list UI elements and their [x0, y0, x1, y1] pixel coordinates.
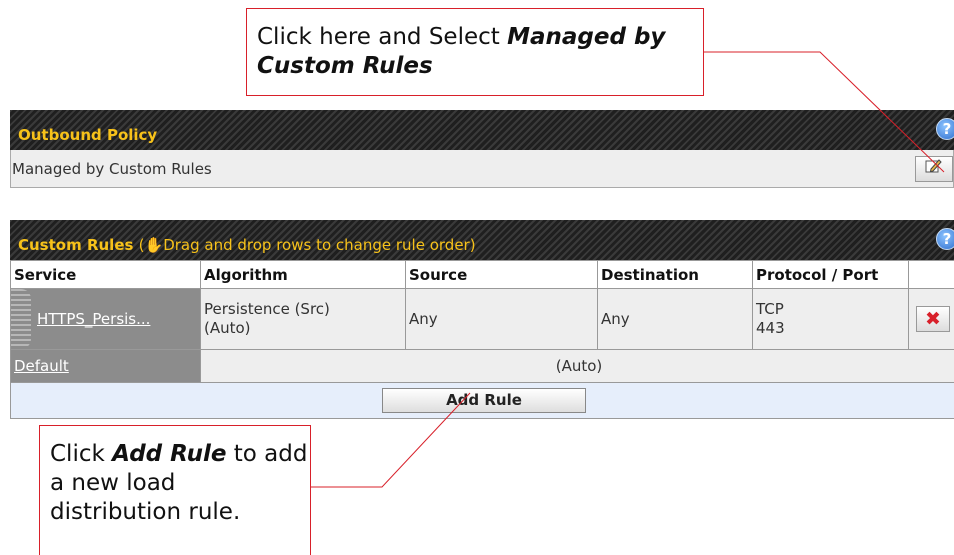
help-icon[interactable]: ?	[936, 118, 954, 140]
column-header-protocol-port: Protocol / Port	[753, 261, 909, 289]
delete-rule-button[interactable]: ✖	[916, 306, 950, 332]
default-algorithm-cell: (Auto)	[201, 350, 954, 383]
column-header-service: Service	[11, 261, 201, 289]
add-rule-button[interactable]: Add Rule	[382, 388, 586, 413]
service-cell[interactable]: HTTPS_Persis...	[11, 289, 201, 350]
default-row: Default (Auto)	[11, 350, 954, 383]
close-x-icon: ✖	[925, 308, 941, 330]
hand-drag-icon: ✋	[145, 236, 164, 254]
callout-add-rule: Click Add Rule to add a new load distrib…	[39, 425, 311, 555]
outbound-policy-row: Managed by Custom Rules	[10, 150, 954, 188]
column-header-actions	[909, 261, 954, 289]
table-header-row: Service Algorithm Source Destination Pro…	[11, 261, 954, 289]
drag-note-text: Drag and drop rows to change rule order)	[163, 236, 475, 254]
port-text: 443	[756, 319, 908, 338]
add-rule-cell: Add Rule	[11, 383, 954, 419]
callout-select-managed: Click here and Select Managed by Custom …	[246, 8, 704, 96]
column-header-algorithm: Algorithm	[201, 261, 406, 289]
edit-pencil-icon	[925, 158, 943, 174]
algorithm-cell: Persistence (Src) (Auto)	[201, 289, 406, 350]
column-header-destination: Destination	[598, 261, 753, 289]
callout-emphasis: Add Rule	[112, 441, 226, 467]
add-rule-row: Add Rule	[11, 383, 954, 419]
algorithm-mode: (Auto)	[204, 319, 405, 338]
drag-note: (✋Drag and drop rows to change rule orde…	[139, 236, 476, 254]
help-icon[interactable]: ?	[936, 228, 954, 250]
destination-cell: Any	[598, 289, 753, 350]
outbound-policy-value: Managed by Custom Rules	[12, 160, 212, 178]
outbound-policy-title: Outbound Policy	[18, 126, 157, 144]
actions-cell: ✖	[909, 289, 954, 350]
custom-rules-table: Service Algorithm Source Destination Pro…	[10, 260, 954, 419]
protocol-text: TCP	[756, 300, 908, 319]
custom-rules-title-group: Custom Rules (✋Drag and drop rows to cha…	[18, 236, 476, 254]
callout-text: Click here and Select	[257, 24, 507, 50]
default-service-cell[interactable]: Default	[11, 350, 201, 383]
table-row[interactable]: HTTPS_Persis... Persistence (Src) (Auto)…	[11, 289, 954, 350]
source-cell: Any	[406, 289, 598, 350]
edit-policy-button[interactable]	[915, 156, 953, 182]
custom-rules-title: Custom Rules	[18, 236, 133, 254]
drag-handle[interactable]	[11, 289, 31, 349]
callout-text: Click	[50, 441, 112, 467]
custom-rules-header: Custom Rules (✋Drag and drop rows to cha…	[10, 220, 954, 260]
outbound-policy-header: Outbound Policy ?	[10, 110, 954, 150]
column-header-source: Source	[406, 261, 598, 289]
algorithm-text: Persistence (Src)	[204, 300, 405, 319]
protocol-port-cell: TCP 443	[753, 289, 909, 350]
service-link[interactable]: HTTPS_Persis...	[37, 310, 150, 328]
default-link[interactable]: Default	[14, 357, 69, 375]
